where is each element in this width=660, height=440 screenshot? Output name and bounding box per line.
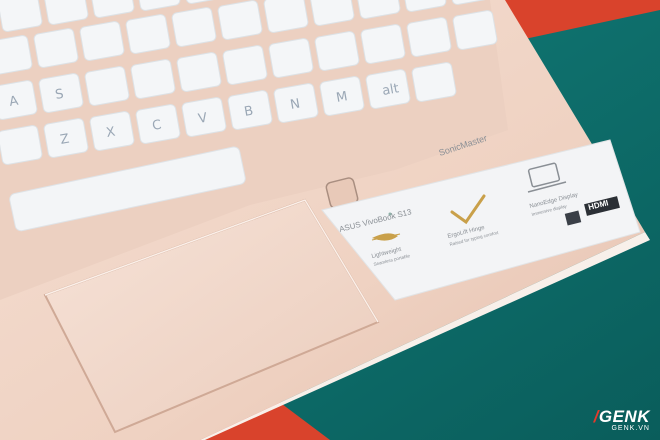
keyboard-key[interactable]: N (273, 83, 319, 123)
keyboard-key[interactable]: Z (43, 118, 89, 158)
status-led (388, 212, 392, 216)
keyboard-key[interactable] (0, 35, 33, 75)
watermark-logo: /GENK (593, 407, 650, 426)
laptop-photo: A SZ X C V B N Malt SonicMaster ASUS VivoBook S… (0, 0, 660, 440)
keyboard-key[interactable] (171, 7, 217, 47)
keyboard-key[interactable]: A (0, 80, 38, 120)
keyboard-key[interactable]: B (227, 90, 273, 130)
keyboard-key[interactable] (33, 28, 79, 68)
keyboard-key[interactable] (268, 38, 314, 78)
keyboard-key[interactable]: M (319, 76, 365, 116)
keyboard-key[interactable] (217, 0, 263, 40)
keyboard-key[interactable] (84, 66, 130, 106)
keyboard-key[interactable]: C (135, 104, 181, 144)
keyboard-key[interactable] (130, 59, 176, 99)
keyboard-key[interactable]: V (181, 97, 227, 137)
keyboard-key[interactable] (452, 10, 498, 50)
keyboard-key[interactable] (222, 45, 268, 85)
keyboard-key[interactable] (176, 52, 222, 92)
keyboard-key[interactable]: X (89, 111, 135, 151)
keyboard-key[interactable] (314, 31, 360, 71)
keyboard-key[interactable] (125, 14, 171, 54)
keyboard-key[interactable] (411, 62, 457, 102)
keyboard-key[interactable] (79, 21, 125, 61)
keyboard-key[interactable]: alt (365, 69, 411, 109)
keyboard-key[interactable] (406, 17, 452, 57)
watermark: /GENK GENK.VN (594, 407, 650, 432)
keyboard-key[interactable] (0, 125, 43, 165)
key-label: alt (381, 81, 400, 99)
keyboard-key[interactable]: S (38, 73, 84, 113)
keyboard-key[interactable] (360, 24, 406, 64)
